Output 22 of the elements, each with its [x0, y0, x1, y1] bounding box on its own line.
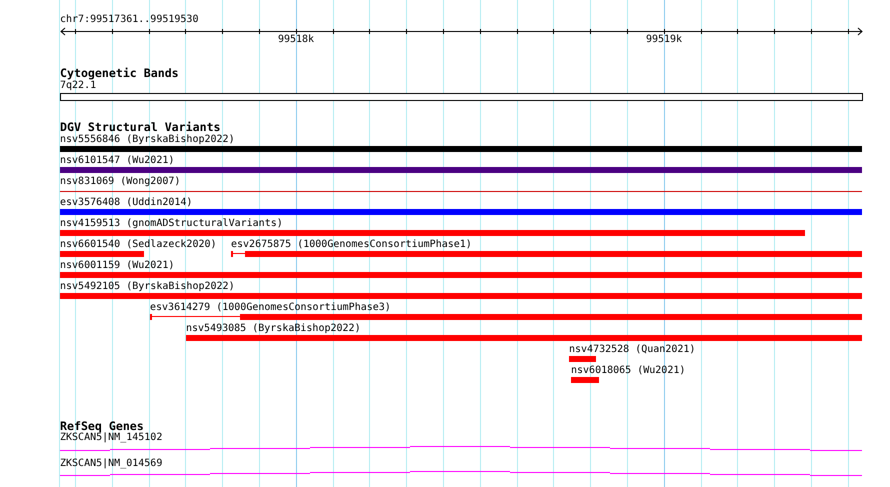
track-title: Cytogenetic Bands — [60, 67, 179, 80]
variant-label: nsv5493085 (ByrskaBishop2022) — [186, 323, 361, 335]
variant-label: nsv5492105 (ByrskaBishop2022) — [60, 281, 235, 293]
track-title: RefSeq Genes — [60, 420, 144, 433]
track-title: DGV Structural Variants — [60, 121, 221, 134]
variant-label: nsv5556846 (ByrskaBishop2022) — [60, 134, 235, 146]
band-label: 7q22.1 — [60, 80, 96, 92]
variant-label: nsv831069 (Wong2007) — [60, 176, 180, 188]
gene-label: ZKSCAN5|NM_014569 — [60, 458, 162, 470]
variant-label: nsv4732528 (Quan2021) — [569, 344, 696, 356]
tick-label: 99519k — [646, 34, 682, 46]
variant-label: nsv6001159 (Wu2021) — [60, 260, 174, 272]
position-label: chr7:99517361..99519530 — [60, 14, 198, 26]
variant-label: nsv6601540 (Sedlazeck2020) — [60, 239, 217, 251]
variant-label: nsv6101547 (Wu2021) — [60, 155, 174, 167]
variant-label: esv3576408 (Uddin2014) — [60, 197, 192, 209]
gene-label: ZKSCAN5|NM_145102 — [60, 432, 162, 444]
tick-label: 99518k — [278, 34, 314, 46]
variant-label: esv3614279 (1000GenomesConsortiumPhase3) — [150, 302, 391, 314]
variant-label: esv2675875 (1000GenomesConsortiumPhase1) — [231, 239, 472, 251]
variant-label: nsv6018065 (Wu2021) — [571, 365, 686, 377]
variant-label: nsv4159513 (gnomADStructuralVariants) — [60, 218, 283, 230]
